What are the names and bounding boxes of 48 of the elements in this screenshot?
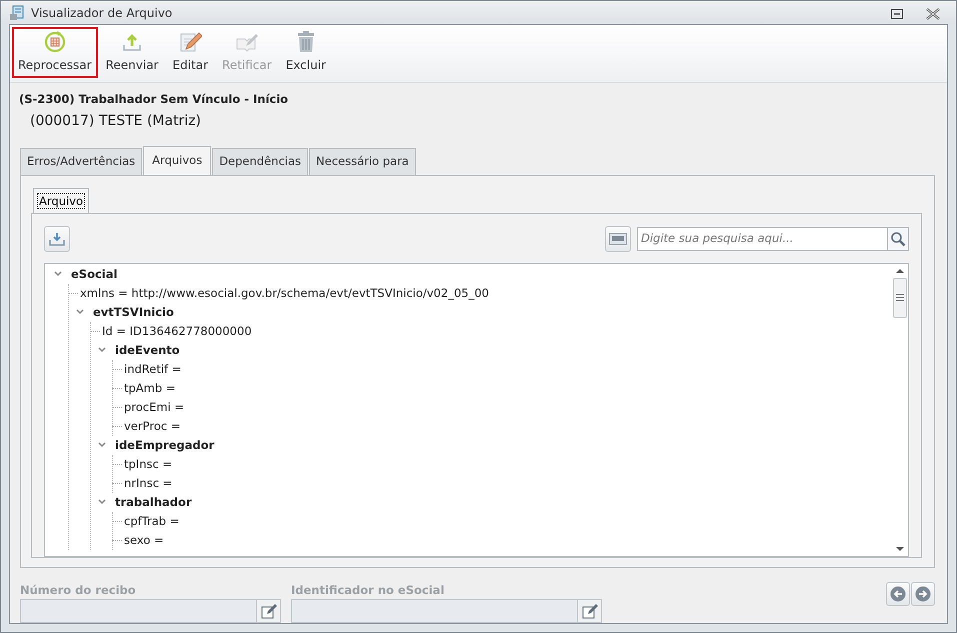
pencil-icon <box>582 603 598 619</box>
tab[interactable]: Necessário para <box>309 148 416 174</box>
tab[interactable]: Arquivos <box>143 146 212 174</box>
grip-icon <box>896 294 904 302</box>
window-title: Visualizador de Arquivo <box>31 4 174 22</box>
trash-icon <box>296 31 316 53</box>
tree-attribute-label[interactable]: xmlns = http://www.esocial.gov.br/schema/evt/evtTSVInicio/v02_05_00 <box>80 284 489 302</box>
search-icon <box>890 230 906 247</box>
download-icon <box>49 230 65 247</box>
tab[interactable]: Erros/Advertências <box>20 148 142 174</box>
upload-button[interactable]: Reenviar <box>100 27 164 78</box>
tree-attribute-label[interactable]: tpAmb = <box>124 380 176 397</box>
tree-attribute-label[interactable]: sexo = <box>124 532 164 549</box>
tab[interactable]: Dependências <box>212 148 308 174</box>
download-button[interactable] <box>44 226 70 252</box>
tree-attribute-label[interactable]: Id = ID136462778000000 <box>102 322 252 340</box>
field-label: Identificador no eSocial <box>291 582 446 599</box>
xml-button[interactable] <box>605 226 631 252</box>
delete-button[interactable]: Excluir <box>280 27 332 78</box>
tree-attribute-label[interactable]: cpfTrab = <box>124 512 180 530</box>
app-icon <box>9 4 25 20</box>
event-title: (S-2300) Trabalhador Sem Vínculo - Início <box>19 91 290 108</box>
tree-attribute-label[interactable]: verProc = <box>124 418 180 435</box>
search-field[interactable]: Digite sua pesquisa aqui... <box>637 226 887 251</box>
edit-button[interactable]: Editar <box>166 27 214 78</box>
tree-attribute-label[interactable]: procEmi = <box>124 398 184 416</box>
field-label: Número do recibo <box>20 582 137 599</box>
tab[interactable]: Arquivo <box>33 188 90 213</box>
previous-button[interactable] <box>886 582 910 606</box>
tree-node-label[interactable]: eSocial <box>71 266 118 283</box>
tree-node-label[interactable]: trabalhador <box>115 494 192 511</box>
refresh-grid-icon <box>44 31 66 53</box>
scroll-up-icon[interactable] <box>895 266 905 275</box>
scroll-thumb[interactable] <box>893 278 907 318</box>
search-button[interactable] <box>887 226 909 251</box>
tree-attribute-label[interactable]: nrInsc = <box>124 474 172 492</box>
tree-node-label[interactable]: ideEmpregador <box>115 436 214 454</box>
company-name: (000017) TESTE (Matriz) <box>30 112 202 132</box>
tree-attribute-label[interactable]: indRetif = <box>124 360 182 378</box>
scroll-down-icon[interactable] <box>895 544 905 553</box>
next-button[interactable] <box>911 582 935 606</box>
pencil-icon <box>260 603 276 619</box>
reprocess-button[interactable]: Reprocessar <box>12 27 98 78</box>
tree-node-label[interactable]: evtTSVInicio <box>93 304 174 321</box>
keyboard-icon <box>609 232 627 245</box>
tree-node-label[interactable]: ideEvento <box>115 342 180 359</box>
pencil-document-icon <box>178 31 202 53</box>
tree-attribute-label[interactable]: tpInsc = <box>124 456 172 473</box>
